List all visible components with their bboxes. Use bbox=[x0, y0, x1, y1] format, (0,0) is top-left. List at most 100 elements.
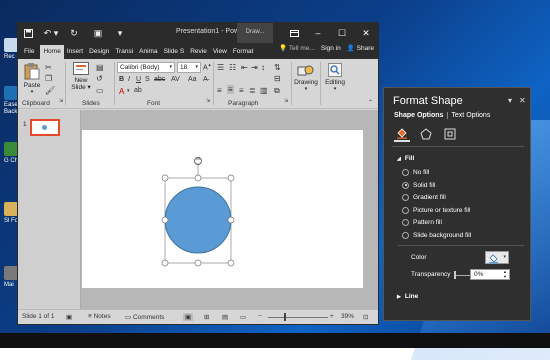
zoom-in-button[interactable]: + bbox=[330, 313, 334, 320]
reading-view-icon[interactable]: ▤ bbox=[222, 313, 228, 321]
tab-transi[interactable]: Transi bbox=[112, 45, 136, 59]
justify-icon[interactable]: ≣ bbox=[249, 86, 256, 95]
tab-revie[interactable]: Revie bbox=[187, 45, 210, 59]
shadow-icon[interactable]: S bbox=[145, 76, 150, 83]
pane-tab-text-options[interactable]: Text Options bbox=[447, 112, 494, 119]
spell-check-icon[interactable]: ▣ bbox=[66, 313, 72, 321]
slide-canvas[interactable] bbox=[82, 130, 363, 288]
increase-font-size-icon[interactable]: A▲ bbox=[203, 62, 212, 71]
pane-options-icon[interactable]: ▾ bbox=[508, 96, 512, 105]
size-properties-icon[interactable] bbox=[442, 126, 458, 142]
align-text-icon[interactable]: ⊟ bbox=[274, 74, 281, 83]
text-direction-icon[interactable]: ⇅ bbox=[274, 63, 281, 72]
effects-icon[interactable] bbox=[418, 126, 434, 142]
slide-show-icon[interactable]: ▭ bbox=[240, 313, 246, 321]
radio-button[interactable] bbox=[402, 169, 409, 176]
tab-anima[interactable]: Anima bbox=[136, 45, 160, 59]
tab-file[interactable]: File bbox=[18, 45, 40, 59]
zoom-slider[interactable] bbox=[268, 317, 328, 318]
underline-icon[interactable]: U bbox=[136, 76, 141, 83]
spinner-icon[interactable]: ▲ ▼ bbox=[503, 269, 507, 279]
line-section-header[interactable]: ▶ Line bbox=[397, 293, 418, 300]
fill-option[interactable]: Slide background fill bbox=[402, 231, 471, 239]
radio-button[interactable] bbox=[402, 206, 409, 214]
tab-format[interactable]: Format bbox=[230, 45, 257, 59]
transparency-slider[interactable] bbox=[454, 275, 470, 276]
line-spacing-icon[interactable]: ↕ bbox=[261, 63, 265, 72]
circle-shape[interactable] bbox=[164, 186, 232, 254]
font-color-icon[interactable]: A bbox=[119, 87, 124, 96]
font-size-dropdown[interactable]: 18 ▾ bbox=[177, 62, 201, 73]
share-button[interactable]: 👤 Share bbox=[347, 44, 374, 52]
columns-icon[interactable]: ▥ bbox=[260, 86, 268, 95]
notes-button[interactable]: ≡ Notes bbox=[88, 313, 111, 320]
new-slide-button[interactable]: New Slide ▾ bbox=[69, 62, 93, 100]
layout-icon[interactable]: ▤ bbox=[96, 63, 104, 72]
fit-to-window-icon[interactable]: ⊡ bbox=[363, 313, 368, 321]
increase-indent-icon[interactable]: ⇥ bbox=[251, 63, 258, 72]
paste-button[interactable]: Paste ▾ bbox=[21, 62, 43, 100]
zoom-out-button[interactable]: − bbox=[258, 313, 262, 320]
transparency-slider-thumb[interactable] bbox=[454, 271, 456, 279]
fill-option[interactable]: No fill bbox=[402, 169, 429, 176]
radio-button[interactable] bbox=[402, 194, 409, 201]
radio-button[interactable] bbox=[402, 219, 409, 226]
slide-thumbnail[interactable] bbox=[30, 119, 60, 136]
paragraph-launcher-icon[interactable]: ⇲ bbox=[284, 98, 288, 104]
smartart-icon[interactable]: ⧉ bbox=[274, 86, 280, 96]
fill-color-button[interactable]: ▾ bbox=[485, 251, 509, 264]
font-name-dropdown[interactable]: Calibri (Body) ▾ bbox=[117, 62, 175, 73]
redo-icon[interactable]: ↻ bbox=[64, 23, 84, 43]
normal-view-icon[interactable]: ▣ bbox=[183, 313, 194, 321]
copy-icon[interactable]: ❐ bbox=[45, 74, 52, 83]
fill-option[interactable]: Gradient fill bbox=[402, 194, 446, 201]
text-highlight-icon[interactable]: ab bbox=[134, 87, 142, 94]
section-icon[interactable]: ▭ bbox=[96, 86, 104, 95]
align-right-icon[interactable]: ≡ bbox=[239, 86, 244, 95]
pane-tab-shape-options[interactable]: Shape Options bbox=[394, 112, 447, 119]
numbering-icon[interactable]: ☷ bbox=[229, 63, 236, 72]
zoom-slider-thumb[interactable] bbox=[284, 313, 286, 321]
strikethrough-icon[interactable]: abc bbox=[154, 76, 165, 83]
minimize-button[interactable]: – bbox=[306, 23, 330, 43]
tab-home[interactable]: Home bbox=[40, 45, 64, 59]
tab-view[interactable]: View bbox=[210, 45, 230, 59]
tab-design[interactable]: Design bbox=[86, 45, 112, 59]
decrease-indent-icon[interactable]: ⇤ bbox=[241, 63, 248, 72]
radio-button[interactable] bbox=[402, 231, 409, 239]
sign-in-link[interactable]: Sign in bbox=[321, 45, 341, 52]
change-case-icon[interactable]: Aa bbox=[188, 76, 197, 83]
font-launcher-icon[interactable]: ⇲ bbox=[206, 98, 210, 104]
customize-quick-access-icon[interactable]: ▾ bbox=[112, 23, 128, 43]
comments-button[interactable]: ▭ Comments bbox=[125, 313, 164, 321]
editing-button[interactable]: Editing ▾ bbox=[322, 63, 348, 99]
align-left-icon[interactable]: ≡ bbox=[217, 86, 222, 95]
selected-circle-shape[interactable] bbox=[82, 130, 363, 288]
close-button[interactable]: ✕ bbox=[354, 23, 378, 43]
drawing-button[interactable]: Drawing ▾ bbox=[293, 63, 319, 99]
tab-slide-s[interactable]: Slide S bbox=[161, 45, 188, 59]
clear-formatting-icon[interactable]: A̶ bbox=[203, 76, 208, 83]
maximize-button[interactable]: ☐ bbox=[330, 23, 354, 43]
bullets-icon[interactable]: ☰ bbox=[217, 63, 224, 72]
pane-close-icon[interactable]: ✕ bbox=[519, 96, 526, 105]
ribbon-display-options-icon[interactable] bbox=[282, 23, 306, 43]
slide-sorter-icon[interactable]: ⊞ bbox=[204, 313, 209, 321]
fill-section-header[interactable]: ◢ Fill bbox=[397, 155, 414, 162]
transparency-input[interactable]: 0% ▲ ▼ bbox=[470, 269, 510, 280]
fill-option[interactable]: Solid fill bbox=[402, 181, 435, 189]
clipboard-launcher-icon[interactable]: ⇲ bbox=[59, 98, 63, 104]
start-from-beginning-icon[interactable]: ▣ bbox=[84, 23, 112, 43]
reset-icon[interactable]: ↺ bbox=[96, 74, 103, 83]
fill-line-icon[interactable] bbox=[394, 126, 410, 142]
tell-me-box[interactable]: 💡 Tell me... bbox=[279, 44, 315, 52]
fill-option[interactable]: Pattern fill bbox=[402, 219, 442, 226]
collapse-ribbon-icon[interactable]: ⌃ bbox=[368, 99, 373, 106]
bold-icon[interactable]: B bbox=[119, 76, 124, 83]
character-spacing-icon[interactable]: AV bbox=[171, 76, 180, 83]
tab-insert[interactable]: Insert bbox=[64, 45, 86, 59]
format-painter-icon[interactable]: 🖌 bbox=[45, 86, 55, 95]
fill-option[interactable]: Picture or texture fill bbox=[402, 206, 470, 214]
font-color-dropdown-icon[interactable]: ▾ bbox=[127, 88, 130, 94]
italic-icon[interactable]: I bbox=[128, 76, 130, 83]
